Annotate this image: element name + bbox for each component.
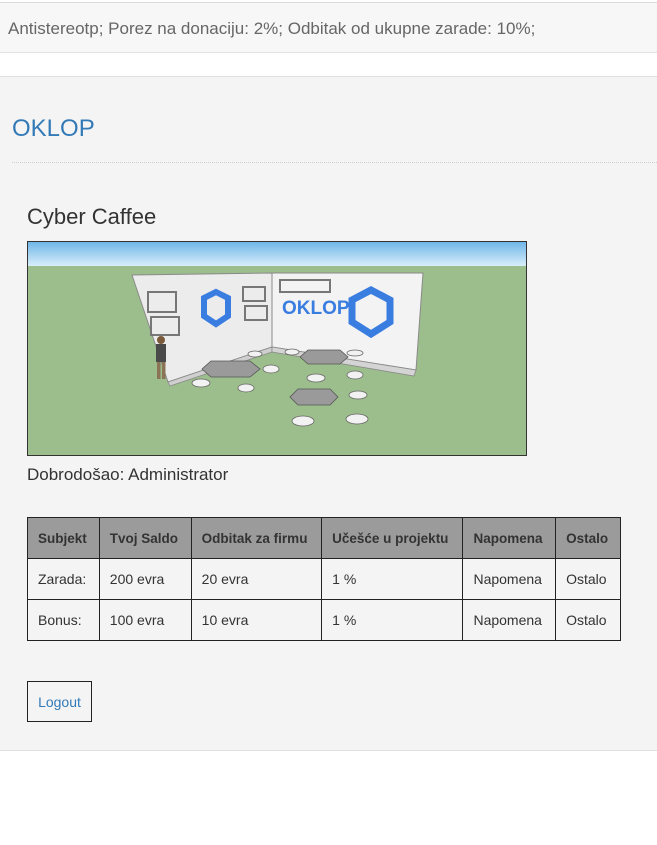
- col-subjekt: Subjekt: [27, 517, 100, 559]
- cell-ostalo: Ostalo: [555, 599, 621, 641]
- cell-saldo: 100 evra: [98, 599, 192, 641]
- cell-ucesce: 1 %: [321, 599, 464, 641]
- cell-saldo: 200 evra: [98, 558, 192, 600]
- cell-odbitak: 10 evra: [190, 599, 323, 641]
- table-row: Zarada: 200 evra 20 evra 1 % Napomena Os…: [27, 558, 621, 600]
- top-info-bar: Antistereotp; Porez na donaciju: 2%; Odb…: [0, 2, 657, 53]
- col-odbitak: Odbitak za firmu: [190, 517, 323, 559]
- cell-odbitak: 20 evra: [190, 558, 323, 600]
- cell-ucesce: 1 %: [321, 558, 464, 600]
- cell-ostalo: Ostalo: [555, 558, 621, 600]
- wall-logo-text: OKLOP: [282, 298, 350, 319]
- col-napomena: Napomena: [462, 517, 557, 559]
- welcome-message: Dobrodošao: Administrator: [27, 465, 229, 484]
- tax-info-text: Antistereotp; Porez na donaciju: 2%; Odb…: [8, 19, 536, 38]
- header-divider: [12, 162, 657, 163]
- main-panel: OKLOP Cyber Caffee OKLOP Dobrodošao: Adm…: [0, 76, 657, 751]
- col-ucesce: Učešće u projektu: [321, 517, 464, 559]
- col-saldo: Tvoj Saldo: [98, 517, 192, 559]
- table-row: Bonus: 100 evra 10 evra 1 % Napomena Ost…: [27, 599, 621, 641]
- cell-subjekt: Bonus:: [27, 599, 100, 641]
- cell-napomena: Napomena: [462, 558, 557, 600]
- cell-subjekt: Zarada:: [27, 558, 100, 600]
- section-title: Cyber Caffee: [27, 204, 157, 229]
- brand-link[interactable]: OKLOP: [12, 115, 95, 143]
- earnings-table: Subjekt Tvoj Saldo Odbitak za firmu Učeš…: [27, 517, 621, 641]
- logout-button[interactable]: Logout: [27, 681, 92, 722]
- cafe-render-image: OKLOP: [27, 241, 527, 456]
- cell-napomena: Napomena: [462, 599, 557, 641]
- col-ostalo: Ostalo: [555, 517, 621, 559]
- table-header-row: Subjekt Tvoj Saldo Odbitak za firmu Učeš…: [27, 517, 621, 559]
